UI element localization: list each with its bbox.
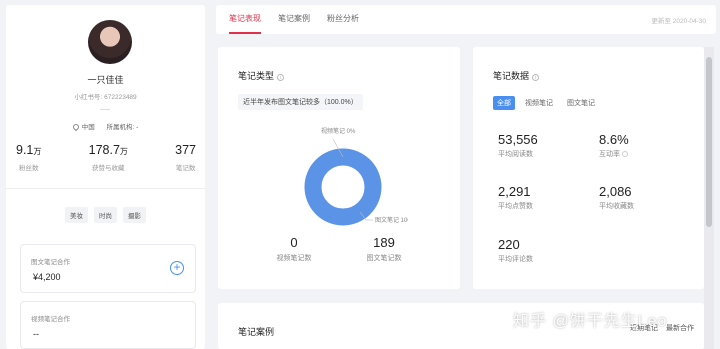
profile-stats: 9.1万 粉丝数 178.7万 获赞与收藏 377 笔记数	[16, 143, 196, 172]
note-filter-group: 全部 视频笔记 图文笔记	[493, 96, 599, 110]
metric-value: 53,556	[498, 132, 538, 147]
update-date: 更新至 2020-04-30	[651, 18, 706, 25]
page-scrollbar[interactable]	[704, 47, 714, 349]
tag-chip: 美妆	[65, 207, 88, 223]
metric-avg-reads: 53,556 平均阅读数	[498, 132, 538, 159]
metric-label: 平均点赞数	[498, 203, 533, 210]
tag-chip: 时尚	[94, 207, 117, 223]
filter-video[interactable]: 视频笔记	[521, 96, 557, 110]
stat-notes: 377 笔记数	[175, 143, 196, 172]
stat-followers: 9.1万 粉丝数	[16, 143, 41, 172]
info-icon[interactable]	[622, 151, 628, 157]
metric-label-text: 互动率	[599, 151, 620, 158]
coop-image-card: 图文笔记合作 ¥4,200 +	[20, 244, 196, 293]
profile-id-label: 小红书号:	[74, 94, 103, 101]
tab-note-cases[interactable]: 笔记案例	[278, 5, 310, 34]
tab-note-performance[interactable]: 笔记表现	[229, 5, 261, 34]
tab-bar: 笔记表现 笔记案例 粉丝分析 更新至 2020-04-30	[216, 5, 716, 34]
info-icon[interactable]: i	[277, 74, 285, 81]
card-title-text: 笔记数据	[493, 71, 530, 81]
divider	[6, 188, 205, 189]
tag-chip: 摄影	[123, 207, 146, 223]
metric-label: 互动率	[599, 149, 629, 159]
metric-interaction-rate: 8.6% 互动率	[599, 132, 629, 159]
video-note-label: 视频笔记数	[276, 255, 312, 262]
metric-avg-collects: 2,086 平均收藏数	[599, 184, 634, 211]
tab-fan-analysis[interactable]: 粉丝分析	[327, 5, 359, 34]
coop-video-card: 视频笔记合作 --	[20, 301, 196, 349]
card-title: 笔记案例	[238, 327, 275, 337]
image-note-count: 189	[373, 235, 395, 250]
avatar	[88, 20, 132, 64]
note-type-summary: 近半年发布图文笔记较多（100.0%）	[238, 94, 363, 110]
note-data-card: 笔记数据 i 全部 视频笔记 图文笔记 53,556 平均阅读数 8.6% 互动率…	[473, 47, 704, 289]
filter-image[interactable]: 图文笔记	[563, 96, 599, 110]
donut-slice-image	[304, 148, 382, 226]
coop-price: ¥4,200	[33, 272, 61, 282]
divider	[100, 109, 110, 110]
image-note-label: 图文笔记数	[366, 255, 402, 262]
profile-org-label: 所属机构:	[106, 124, 135, 131]
stat-unit: 万	[33, 147, 42, 156]
profile-name: 一只佳佳	[87, 75, 124, 85]
scrollbar-thumb[interactable]	[706, 57, 712, 227]
stat-unit: 万	[119, 147, 128, 156]
profile-tags: 美妆 时尚 摄影	[6, 207, 205, 223]
profile-panel: 一只佳佳 小红书号: 672223489 中国 所属机构: - 9.1万 粉丝数 …	[6, 5, 205, 349]
metric-label: 平均阅读数	[498, 151, 533, 158]
metric-label: 平均收藏数	[599, 203, 634, 210]
info-icon[interactable]: i	[532, 74, 540, 81]
add-icon[interactable]: +	[170, 261, 184, 275]
card-title: 笔记数据 i	[493, 69, 540, 82]
stat-label: 粉丝数	[18, 165, 39, 172]
stat-value: 9.1	[16, 143, 34, 157]
metric-value: 2,291	[498, 184, 531, 199]
profile-org-value: -	[136, 124, 139, 131]
metric-value: 220	[498, 237, 520, 252]
donut-label-video: 视频笔记 0%	[321, 127, 356, 135]
profile-id: 小红书号: 672223489	[6, 91, 205, 101]
card-title-text: 笔记类型	[238, 71, 275, 81]
filter-all[interactable]: 全部	[493, 96, 515, 110]
metric-value: 8.6%	[599, 132, 629, 147]
metric-label: 平均评论数	[498, 256, 533, 263]
coop-title: 图文笔记合作	[31, 259, 70, 266]
metric-avg-likes: 2,291 平均点赞数	[498, 184, 533, 211]
donut-label-image: 图文笔记 100.0%	[375, 216, 408, 224]
metric-value: 2,086	[599, 184, 632, 199]
profile-location-row: 中国 所属机构: -	[6, 121, 205, 132]
metric-avg-comments: 220 平均评论数	[498, 237, 533, 264]
profile-location: 中国	[81, 124, 95, 131]
card-title: 笔记类型 i	[238, 69, 285, 82]
stat-label: 笔记数	[175, 165, 196, 172]
video-note-stat: 0 视频笔记数	[254, 235, 334, 263]
sort-latest-coop[interactable]: 最新合作	[666, 323, 694, 333]
location-pin-icon	[71, 122, 80, 132]
stat-value: 178.7	[88, 143, 120, 157]
stat-label: 获赞与收藏	[92, 165, 125, 172]
stat-likes-collects: 178.7万 获赞与收藏	[89, 143, 128, 172]
image-note-stat: 189 图文笔记数	[344, 235, 424, 263]
coop-title: 视频笔记合作	[31, 316, 70, 323]
watermark-text: 知乎 @饼干先生Leo	[513, 313, 668, 330]
note-type-donut-chart: 视频笔记 0% 图文笔记 100.0%	[304, 127, 408, 226]
stat-value: 377	[175, 143, 196, 157]
video-note-count: 0	[290, 235, 298, 250]
note-type-card: 笔记类型 i 近半年发布图文笔记较多（100.0%） 视频笔记 0% 图文笔记 1…	[218, 47, 460, 289]
profile-id-value: 672223489	[104, 94, 137, 101]
coop-price: --	[33, 329, 39, 339]
